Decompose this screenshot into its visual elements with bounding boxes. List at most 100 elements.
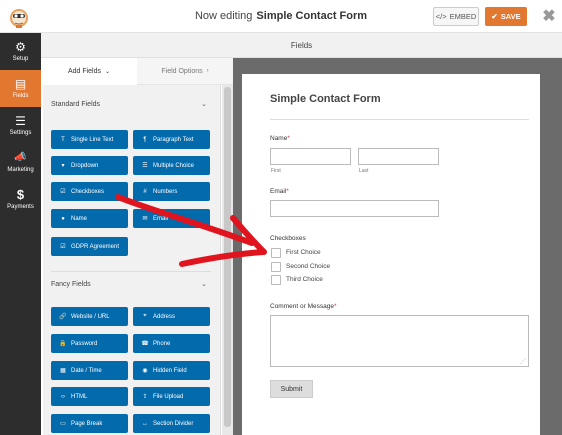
email-input[interactable]	[270, 200, 439, 217]
fields-icon: ▤	[14, 77, 27, 91]
submit-label: Submit	[280, 385, 303, 393]
checkbox-icon: ☑	[60, 244, 66, 250]
resize-handle-icon[interactable]: ⋰	[520, 358, 526, 365]
field-label: Hidden Field	[153, 367, 187, 374]
field-label: Checkboxes	[71, 188, 105, 195]
chevron-right-icon: ›	[206, 68, 209, 74]
chevron-down-icon[interactable]: ⌄	[201, 100, 207, 108]
field-button-phone[interactable]: ☎ Phone	[133, 334, 210, 353]
save-button[interactable]: ✔ SAVE	[485, 7, 527, 26]
hash-icon: #	[143, 188, 147, 195]
form-title: Simple Contact Form	[270, 93, 381, 105]
field-button-gdpr-agreement[interactable]: ☑ GDPR Agreement	[51, 237, 128, 256]
checkboxes-field-label[interactable]: Checkboxes	[270, 235, 306, 242]
sliders-icon: ☰	[15, 114, 26, 128]
code-icon: ‹›	[61, 393, 65, 400]
form-preview-canvas: Simple Contact Form Name* First Last Ema…	[233, 58, 562, 435]
section-title-fancy[interactable]: Fancy Fields	[51, 281, 91, 288]
field-button-email[interactable]: ✉ Email	[133, 209, 210, 228]
required-mark: *	[286, 188, 289, 195]
label-text: Email	[270, 188, 287, 195]
field-button-date-time[interactable]: ▦ Date / Time	[51, 361, 128, 380]
field-label: Section Divider	[153, 420, 194, 427]
field-label: Single Line Text	[71, 136, 114, 143]
form-name: Simple Contact Form	[256, 10, 368, 22]
nav-item-settings[interactable]: ☰ Settings	[0, 107, 41, 144]
megaphone-icon: 📣	[14, 152, 27, 163]
field-button-file-upload[interactable]: ⇪ File Upload	[133, 387, 210, 406]
chevron-down-icon[interactable]: ⌄	[201, 280, 207, 288]
required-mark: *	[287, 135, 290, 142]
choice-label: Second Choice	[286, 263, 331, 270]
field-button-address[interactable]: ⌖ Address	[133, 307, 210, 326]
email-field-label[interactable]: Email*	[270, 188, 289, 195]
nav-item-fields[interactable]: ▤ Fields	[0, 70, 41, 107]
close-icon[interactable]: ✖	[541, 6, 557, 26]
checkbox[interactable]	[271, 248, 281, 258]
field-button-html[interactable]: ‹› HTML	[51, 387, 128, 406]
scrollbar-thumb[interactable]	[224, 87, 231, 427]
fields-list: Standard Fields ⌄ T Single Line Text ¶ Par…	[43, 85, 221, 435]
checkbox[interactable]	[271, 262, 281, 272]
list-icon: ☰	[142, 163, 148, 169]
tab-label: Add Fields	[67, 68, 102, 75]
fields-bar-title: Fields	[290, 41, 313, 50]
text-icon: T	[61, 136, 65, 143]
lock-icon: 🔒	[59, 341, 67, 347]
dropdown-icon: ▾	[61, 163, 65, 169]
field-label: File Upload	[153, 393, 184, 400]
field-button-password[interactable]: 🔒 Password	[51, 334, 128, 353]
field-button-checkboxes[interactable]: ☑ Checkboxes	[51, 182, 128, 201]
field-label: Paragraph Text	[153, 136, 194, 143]
last-name-input[interactable]	[358, 148, 439, 165]
tab-field-options[interactable]: Field Options ›	[137, 58, 233, 85]
upload-icon: ⇪	[142, 394, 148, 400]
label-text: Comment or Message	[270, 303, 334, 310]
nav-label: Setup	[12, 56, 29, 62]
left-nav: ⚙ Setup ▤ Fields ☰ Settings 📣 Marketing …	[0, 33, 41, 435]
field-label: Dropdown	[71, 162, 99, 169]
field-panel: Add Fields ⌄ Field Options › Standard Fi…	[41, 58, 233, 435]
first-name-input[interactable]	[270, 148, 351, 165]
submit-button[interactable]: Submit	[270, 380, 313, 398]
tab-add-fields[interactable]: Add Fields ⌄	[41, 58, 137, 85]
field-button-multiple-choice[interactable]: ☰ Multiple Choice	[133, 156, 210, 175]
panel-tabs: Add Fields ⌄ Field Options ›	[41, 58, 233, 85]
eye-slash-icon: ◉	[142, 368, 148, 374]
form-title-divider	[270, 119, 529, 120]
section-title-standard[interactable]: Standard Fields	[51, 101, 100, 108]
checkbox[interactable]	[271, 275, 281, 285]
field-label: HTML	[71, 393, 88, 400]
section-divider	[51, 271, 211, 272]
panel-scrollbar[interactable]	[222, 85, 233, 435]
dollar-icon: $	[16, 187, 25, 202]
field-button-numbers[interactable]: # Numbers	[133, 182, 210, 201]
field-button-name[interactable]: ● Name	[51, 209, 128, 228]
nav-label: Marketing	[7, 167, 34, 173]
nav-item-setup[interactable]: ⚙ Setup	[0, 33, 41, 70]
field-button-website-url[interactable]: 🔗 Website / URL	[51, 307, 128, 326]
field-button-dropdown[interactable]: ▾ Dropdown	[51, 156, 128, 175]
checkbox-icon: ☑	[60, 189, 66, 195]
field-label: GDPR Agreement	[71, 243, 120, 250]
nav-item-marketing[interactable]: 📣 Marketing	[0, 144, 41, 181]
arrows-h-icon: ↔	[142, 420, 148, 427]
user-icon: ●	[61, 215, 65, 222]
field-button-single-line-text[interactable]: T Single Line Text	[51, 130, 128, 149]
required-mark: *	[333, 303, 337, 310]
field-label: Numbers	[153, 188, 178, 195]
field-button-section-divider[interactable]: ↔ Section Divider	[133, 414, 210, 433]
field-button-paragraph-text[interactable]: ¶ Paragraph Text	[133, 130, 210, 149]
comment-field-label[interactable]: Comment or Message*	[270, 303, 336, 310]
phone-icon: ☎	[141, 341, 149, 347]
embed-button[interactable]: </> EMBED	[433, 7, 479, 26]
link-icon: 🔗	[59, 314, 67, 320]
comment-textarea[interactable]: ⋰	[270, 315, 529, 367]
field-button-hidden-field[interactable]: ◉ Hidden Field	[133, 361, 210, 380]
check-icon: ✔	[491, 12, 498, 21]
field-button-page-break[interactable]: ▭ Page Break	[51, 414, 128, 433]
nav-label: Payments	[7, 204, 34, 210]
name-field-label[interactable]: Name*	[270, 135, 290, 142]
nav-item-payments[interactable]: $ Payments	[0, 181, 41, 218]
field-label: Multiple Choice	[153, 162, 195, 169]
